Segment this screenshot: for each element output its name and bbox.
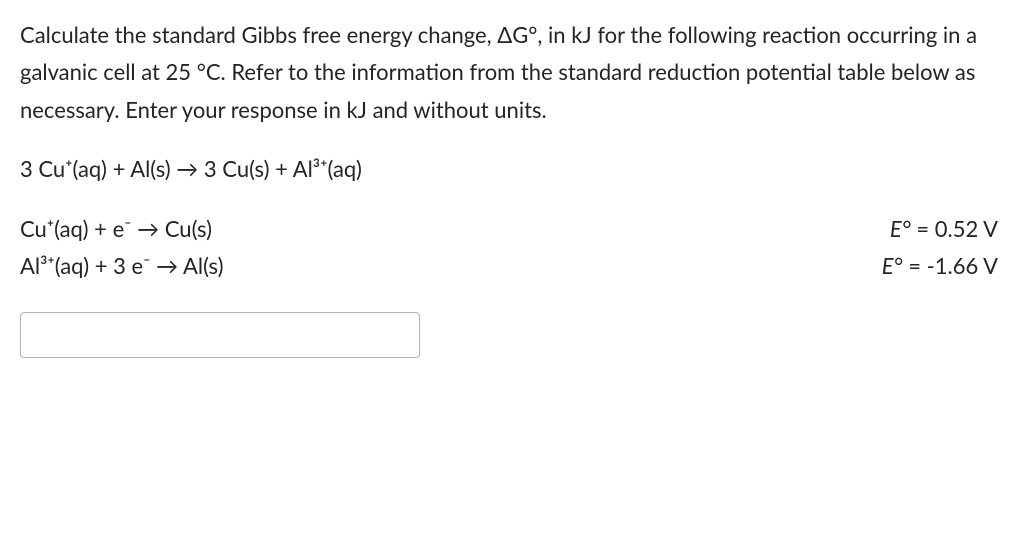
half-reaction-row: Al³⁺(aq) + 3 e⁻ → Al(s) E° = -1.66 V (20, 247, 998, 284)
question-prompt: Calculate the standard Gibbs free energy… (20, 16, 998, 128)
potential-symbol: E° (882, 252, 903, 279)
potential-value: = 0.52 V (916, 215, 998, 242)
half-reaction-table: Cu⁺(aq) + e⁻ → Cu(s) E° = 0.52 V Al³⁺(aq… (20, 210, 998, 285)
half-reaction-equation: Cu⁺(aq) + e⁻ → Cu(s) (20, 210, 212, 247)
half-reaction-potential: E° = 0.52 V (890, 210, 998, 247)
half-reaction-row: Cu⁺(aq) + e⁻ → Cu(s) E° = 0.52 V (20, 210, 998, 247)
overall-reaction: 3 Cu⁺(aq) + Al(s) → 3 Cu(s) + Al³⁺(aq) (20, 150, 998, 187)
answer-input[interactable] (20, 312, 420, 358)
potential-value: = -1.66 V (908, 252, 998, 279)
half-reaction-equation: Al³⁺(aq) + 3 e⁻ → Al(s) (20, 247, 223, 284)
potential-symbol: E° (890, 215, 911, 242)
half-reaction-potential: E° = -1.66 V (882, 247, 998, 284)
